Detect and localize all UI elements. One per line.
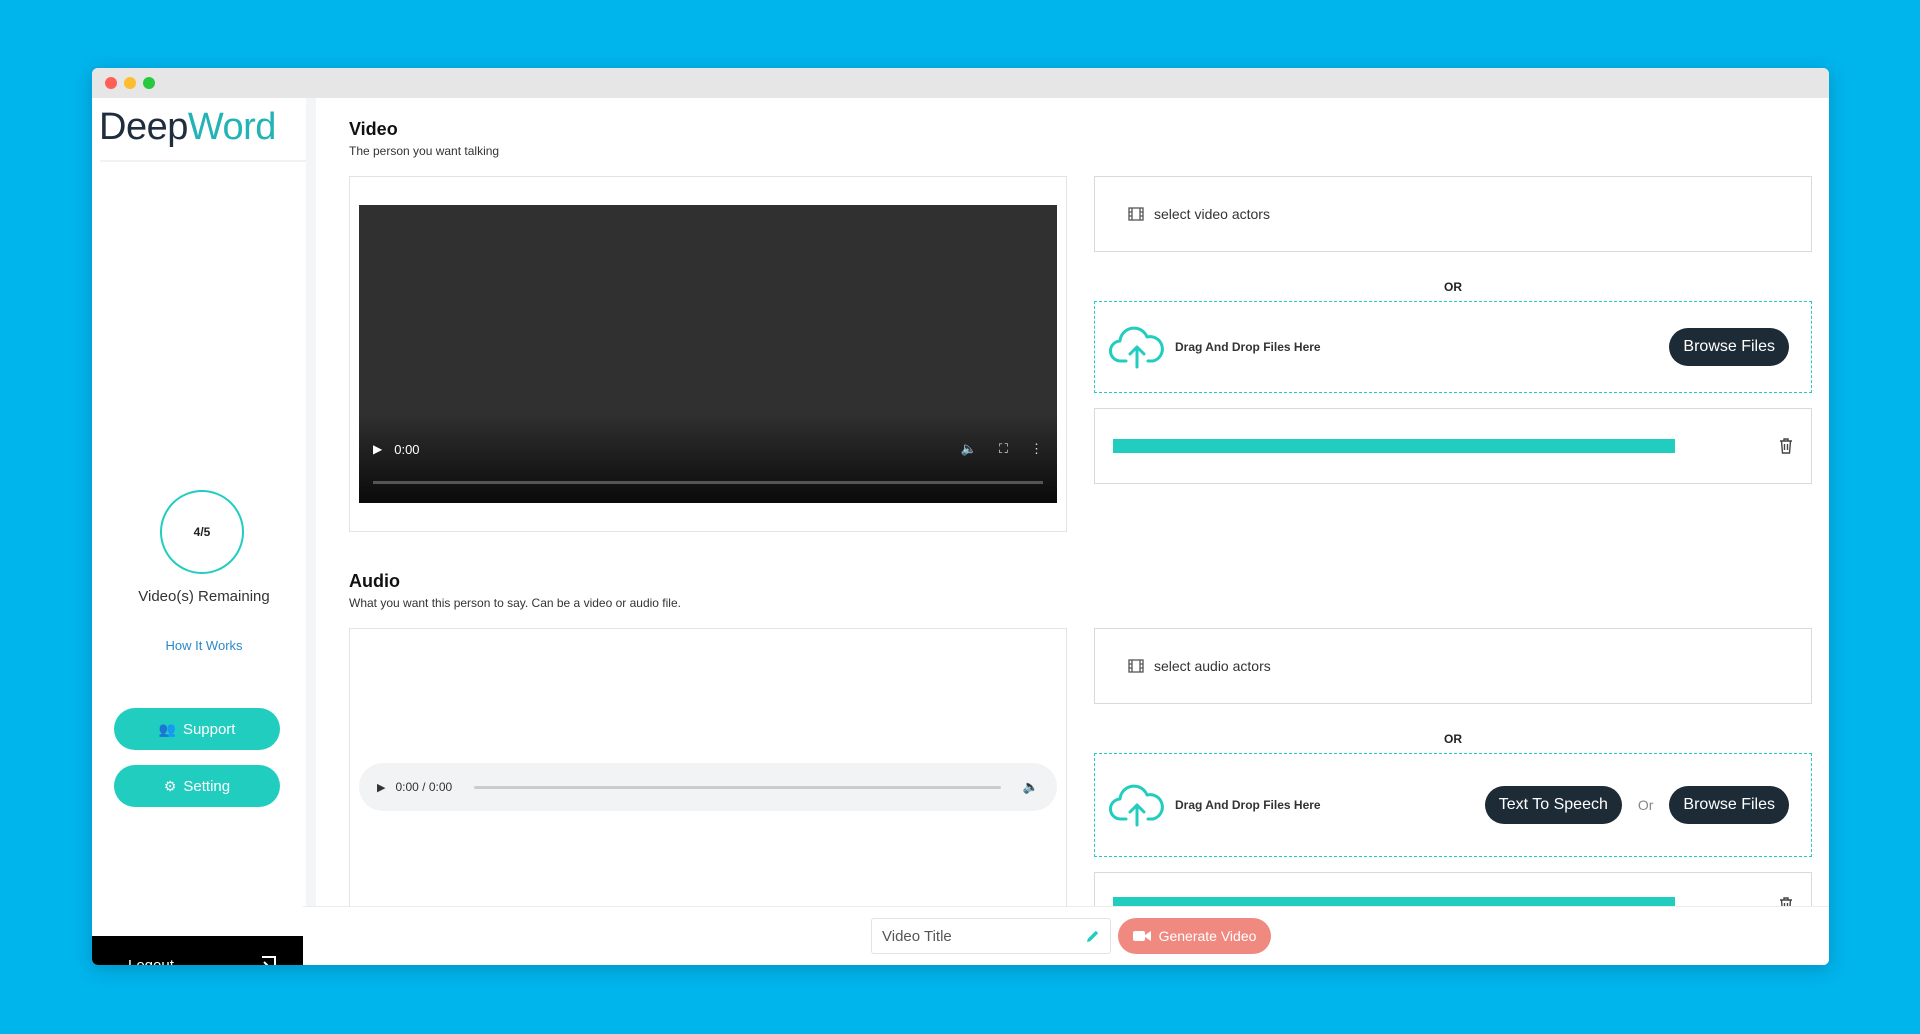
audio-drop-label: Drag And Drop Files Here xyxy=(1175,798,1321,812)
audio-section-subtitle: What you want this person to say. Can be… xyxy=(349,596,681,610)
film-icon xyxy=(1128,659,1144,673)
cloud-upload-icon xyxy=(1109,784,1164,827)
trash-icon[interactable] xyxy=(1779,438,1793,454)
audio-time: 0:00 / 0:00 xyxy=(395,780,453,794)
logout-label: Logout xyxy=(128,957,174,965)
video-progress-bar xyxy=(1113,439,1675,453)
audio-player[interactable]: ▶ 0:00 / 0:00 🔈 xyxy=(359,763,1057,811)
select-video-actors-label: select video actors xyxy=(1154,206,1270,222)
audio-option-separator: Or xyxy=(1637,797,1654,813)
video-time: 0:00 xyxy=(394,441,420,457)
app-logo: DeepWord xyxy=(99,106,276,149)
setting-button-label: Setting xyxy=(183,777,231,795)
video-section-title: Video xyxy=(349,119,398,139)
how-it-works-link[interactable]: How It Works xyxy=(102,638,306,653)
logout-button[interactable]: Logout xyxy=(92,936,303,965)
video-camera-icon xyxy=(1132,931,1151,941)
audio-drop-zone[interactable]: Drag And Drop Files Here Text To Speech … xyxy=(1094,753,1812,857)
video-seek-bar[interactable] xyxy=(373,481,1043,484)
videos-remaining-counter: 4/5 xyxy=(160,490,244,574)
logout-icon xyxy=(255,955,276,965)
maximize-window-button[interactable] xyxy=(143,77,155,89)
generate-video-button[interactable]: Generate Video xyxy=(1118,918,1271,954)
close-window-button[interactable] xyxy=(105,77,117,89)
film-icon xyxy=(1128,207,1144,221)
video-section-subtitle: The person you want talking xyxy=(349,144,500,158)
minimize-window-button[interactable] xyxy=(124,77,136,89)
app-window: DeepWord 4/5 Video(s) Remaining How It W… xyxy=(92,68,1829,965)
generate-video-label: Generate Video xyxy=(1158,928,1257,944)
more-options-icon[interactable]: ⋮ xyxy=(1030,441,1043,457)
video-preview-panel: ▶ 0:00 🔈 ⛶ ⋮ xyxy=(349,176,1067,532)
video-drop-zone[interactable]: Drag And Drop Files Here Browse Files xyxy=(1094,301,1812,393)
support-button-label: Support xyxy=(182,720,236,738)
select-audio-actors-label: select audio actors xyxy=(1154,658,1271,674)
video-player[interactable]: ▶ 0:00 🔈 ⛶ ⋮ xyxy=(359,205,1057,503)
video-title-field[interactable] xyxy=(871,918,1111,954)
video-controls: ▶ 0:00 🔈 ⛶ ⋮ xyxy=(373,441,1043,457)
logo-text-word: Word xyxy=(187,106,277,148)
select-video-actors[interactable]: select video actors xyxy=(1094,176,1812,252)
play-icon[interactable]: ▶ xyxy=(373,442,382,456)
text-to-speech-button[interactable]: Text To Speech xyxy=(1484,786,1622,824)
support-button[interactable]: 👥 Support xyxy=(114,708,280,750)
videos-remaining-label: Video(s) Remaining xyxy=(138,588,270,605)
fullscreen-icon[interactable]: ⛶ xyxy=(999,441,1008,457)
play-icon[interactable]: ▶ xyxy=(377,781,385,794)
audio-section-title: Audio xyxy=(349,571,400,591)
support-icon: 👥 xyxy=(158,720,176,737)
window-titlebar xyxy=(92,68,1829,98)
logo-text-deep: Deep xyxy=(99,106,188,148)
logo-divider xyxy=(100,160,306,162)
audio-or-divider: OR xyxy=(1444,732,1462,746)
sidebar: DeepWord 4/5 Video(s) Remaining How It W… xyxy=(92,98,316,965)
select-audio-actors[interactable]: select audio actors xyxy=(1094,628,1812,704)
main-content: Video The person you want talking ▶ 0:00… xyxy=(326,98,1829,965)
audio-browse-files-button[interactable]: Browse Files xyxy=(1669,786,1789,824)
footer-bar: Generate Video xyxy=(303,906,1829,965)
volume-icon[interactable]: 🔈 xyxy=(961,441,977,457)
cloud-upload-icon xyxy=(1109,326,1164,369)
video-upload-progress xyxy=(1094,408,1812,484)
video-or-divider: OR xyxy=(1444,280,1462,294)
counter-value: 4/5 xyxy=(193,525,211,539)
video-title-input[interactable] xyxy=(882,927,1086,945)
setting-button[interactable]: ⚙ Setting xyxy=(114,765,280,807)
video-browse-files-button[interactable]: Browse Files xyxy=(1669,328,1789,366)
pencil-icon[interactable] xyxy=(1086,929,1100,943)
video-drop-label: Drag And Drop Files Here xyxy=(1175,340,1321,354)
audio-seek-bar[interactable] xyxy=(474,785,1001,789)
gear-icon: ⚙ xyxy=(163,777,177,794)
volume-icon[interactable]: 🔈 xyxy=(1023,779,1039,795)
